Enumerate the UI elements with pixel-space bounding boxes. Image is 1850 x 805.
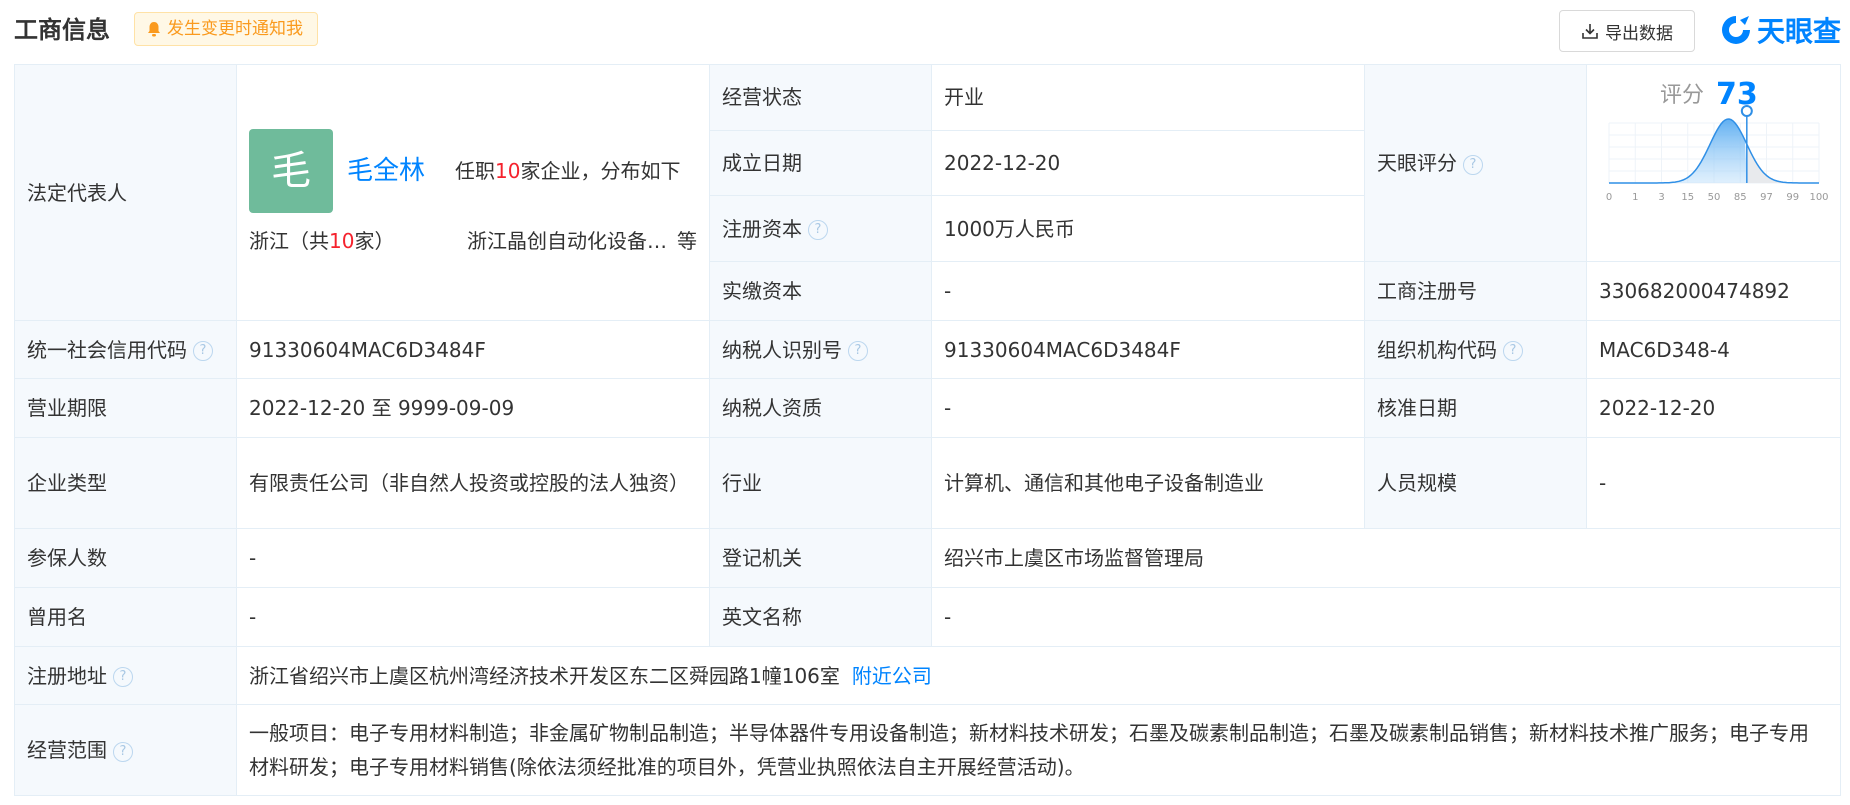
type-value: 有限责任公司（非自然人投资或控股的法人独资）	[236, 437, 710, 529]
approval-label: 核准日期	[1364, 378, 1587, 438]
reg-capital-value: 1000万人民币	[931, 195, 1365, 262]
region-count[interactable]: 浙江（共10家）	[249, 225, 394, 257]
address-label-cell: 注册地址?	[14, 646, 237, 705]
org-code-value: MAC6D348-4	[1586, 320, 1841, 379]
export-label: 导出数据	[1605, 23, 1673, 44]
approval-value: 2022-12-20	[1586, 378, 1841, 438]
status-value: 开业	[931, 64, 1365, 131]
authority-label: 登记机关	[709, 528, 932, 588]
score-axis-tick: 100	[1809, 192, 1828, 203]
related-company-link[interactable]: 浙江晶创自动化设备…	[467, 229, 667, 253]
address-value: 浙江省绍兴市上虞区杭州湾经济技术开发区东二区舜园路1幢106室	[249, 663, 840, 688]
address-label: 注册地址	[27, 663, 107, 688]
paid-capital-value: -	[931, 261, 1365, 321]
logo-text: 天眼查	[1757, 15, 1842, 48]
help-icon[interactable]: ?	[808, 220, 828, 241]
type-label: 企业类型	[14, 437, 237, 529]
score-axis-tick: 15	[1681, 192, 1694, 203]
legal-rep-label: 法定代表人	[14, 64, 237, 321]
credit-code-label-cell: 统一社会信用代码?	[14, 320, 237, 379]
legal-rep-positions: 任职10家企业，分布如下	[455, 158, 681, 183]
established-label: 成立日期	[709, 129, 932, 197]
help-icon[interactable]: ?	[848, 341, 868, 361]
legal-rep-cell: 毛 毛全林 任职10家企业，分布如下 浙江（共10家） 浙江晶创自动化设备… 等	[236, 64, 710, 321]
insured-label: 参保人数	[14, 528, 237, 588]
scope-value: 一般项目：电子专用材料制造；非金属矿物制品制造；半导体器件专用设备制造；新材料技…	[236, 704, 1841, 796]
download-icon	[1582, 24, 1598, 39]
term-label: 营业期限	[14, 378, 237, 438]
help-icon[interactable]: ?	[1503, 341, 1523, 361]
industry-value: 计算机、通信和其他电子设备制造业	[931, 437, 1365, 529]
tianyan-score-label-cell: 天眼评分?	[1364, 64, 1587, 262]
taxpayer-qual-value: -	[931, 378, 1365, 438]
score-axis-tick: 50	[1708, 192, 1721, 203]
reg-no-label: 工商注册号	[1364, 261, 1587, 321]
avatar[interactable]: 毛	[249, 128, 333, 213]
score-marker-dot	[1740, 105, 1753, 117]
legal-rep-distribution: 浙江（共10家） 浙江晶创自动化设备… 等	[249, 225, 697, 257]
scope-label: 经营范围	[27, 738, 107, 762]
logo-icon	[1722, 16, 1750, 44]
address-cell: 浙江省绍兴市上虞区杭州湾经济技术开发区东二区舜园路1幢106室 附近公司	[236, 646, 1841, 705]
notify-label: 发生变更时通知我	[167, 19, 303, 39]
reg-capital-label: 注册资本	[722, 216, 802, 241]
status-label: 经营状态	[709, 64, 932, 131]
section-title: 工商信息	[14, 16, 110, 44]
score-axis-tick: 1	[1632, 192, 1638, 203]
taxpayer-id-label: 纳税人识别号	[722, 337, 842, 362]
credit-code-value: 91330604MAC6D3484F	[236, 320, 710, 379]
term-value: 2022-12-20 至 9999-09-09	[236, 378, 710, 438]
former-name-value: -	[236, 587, 710, 647]
former-name-label: 曾用名	[14, 587, 237, 647]
reg-no-value: 330682000474892	[1586, 261, 1841, 321]
score-chart-cell[interactable]: 评分 73 0 1 3 15 50 85 97 99 100	[1586, 64, 1841, 262]
help-icon[interactable]: ?	[1463, 154, 1483, 175]
score-distribution-chart: 0 1 3 15 50 85 97 99 100	[1606, 105, 1829, 203]
staff-value: -	[1586, 437, 1841, 529]
industry-label: 行业	[709, 437, 932, 529]
score-axis-tick: 0	[1606, 192, 1612, 203]
scope-label-cell: 经营范围?	[14, 704, 237, 796]
org-code-label: 组织机构代码	[1377, 337, 1497, 362]
paid-capital-label: 实缴资本	[709, 261, 932, 321]
etc-label: 等	[677, 228, 697, 253]
established-value: 2022-12-20	[931, 129, 1365, 197]
insured-value: -	[236, 528, 710, 588]
notify-button[interactable]: 发生变更时通知我	[134, 12, 318, 46]
taxpayer-id-value: 91330604MAC6D3484F	[931, 320, 1365, 379]
staff-label: 人员规模	[1364, 437, 1587, 529]
authority-value: 绍兴市上虞区市场监督管理局	[931, 528, 1841, 588]
business-info-table: 法定代表人 毛 毛全林 任职10家企业，分布如下 浙江（共10家） 浙江晶创自动…	[14, 64, 1841, 796]
help-icon[interactable]: ?	[113, 741, 133, 762]
score-area-fill	[1609, 119, 1747, 183]
score-axis-tick: 99	[1786, 192, 1799, 203]
score-axis-tick: 97	[1760, 192, 1773, 203]
credit-code-label: 统一社会信用代码	[27, 337, 187, 362]
bell-icon	[148, 22, 160, 37]
help-icon[interactable]: ?	[193, 341, 213, 361]
score-axis-tick: 3	[1658, 192, 1664, 203]
tianyan-score-label: 天眼评分	[1377, 151, 1457, 175]
english-name-value: -	[931, 587, 1841, 647]
org-code-label-cell: 组织机构代码?	[1364, 320, 1587, 379]
taxpayer-id-label-cell: 纳税人识别号?	[709, 320, 932, 379]
section-header: 工商信息 发生变更时通知我 导出数据 天眼查	[0, 0, 1850, 64]
export-button[interactable]: 导出数据	[1559, 10, 1695, 52]
score-axis-tick: 85	[1734, 192, 1747, 203]
nearby-companies-link[interactable]: 附近公司	[852, 664, 932, 688]
english-name-label: 英文名称	[709, 587, 932, 647]
tianyancha-logo: 天眼查	[1719, 10, 1841, 50]
taxpayer-qual-label: 纳税人资质	[709, 378, 932, 438]
reg-capital-label-cell: 注册资本?	[709, 195, 932, 262]
legal-rep-name[interactable]: 毛全林	[347, 155, 425, 187]
help-icon[interactable]: ?	[113, 667, 133, 687]
